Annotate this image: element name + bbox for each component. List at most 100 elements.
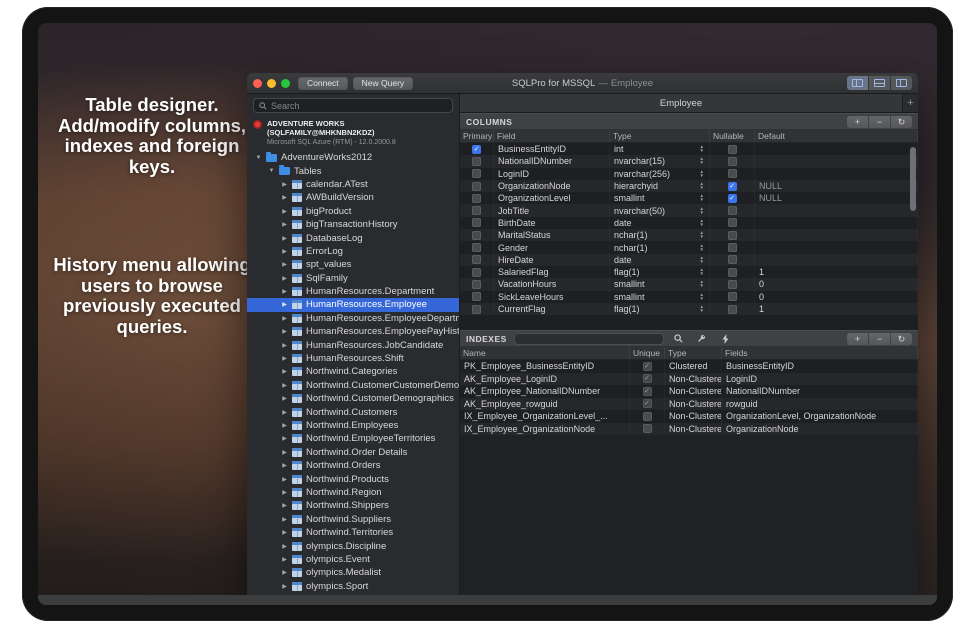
field-cell[interactable]: JobTitle [494,204,610,216]
disclosure-triangle-icon[interactable]: ▶ [281,502,288,509]
index-fields-cell[interactable]: NationalIDNumber [722,385,918,398]
disclosure-triangle-icon[interactable]: ▶ [281,516,288,523]
view-split-horizontal-button[interactable] [869,76,890,90]
column-row[interactable]: VacationHourssmallint▲▼0 [460,278,918,290]
search-input[interactable] [271,101,447,111]
field-cell[interactable]: NationalIDNumber [494,155,610,167]
sidebar-item-northwind-employeeterritories[interactable]: ▶Northwind.EmployeeTerritories [247,432,459,445]
view-single-pane-button[interactable] [847,76,868,90]
nullable-checkbox[interactable] [728,255,737,264]
default-cell[interactable] [755,143,918,155]
unique-checkbox[interactable] [643,374,652,383]
index-row[interactable]: PK_Employee_BusinessEntityIDClusteredBus… [460,360,918,373]
disclosure-triangle-icon[interactable]: ▶ [281,435,288,442]
default-cell[interactable] [755,241,918,253]
disclosure-triangle-icon[interactable]: ▶ [281,342,288,349]
sidebar-item-calendar-atest[interactable]: ▶calendar.ATest [247,178,459,191]
nullable-checkbox[interactable] [728,194,737,203]
sidebar-item-northwind-shippers[interactable]: ▶Northwind.Shippers [247,499,459,512]
sidebar-item-olympics-discipline[interactable]: ▶olympics.Discipline [247,539,459,552]
type-stepper[interactable]: ▲▼ [700,305,704,313]
disclosure-triangle-icon[interactable]: ▶ [281,275,288,282]
remove-index-button[interactable]: − [869,333,890,345]
sidebar-item-tables[interactable]: ▼Tables [247,164,459,177]
primary-checkbox[interactable] [472,169,481,178]
sidebar-search-field[interactable] [253,98,453,113]
sidebar-item-humanresources-jobcandidate[interactable]: ▶HumanResources.JobCandidate [247,338,459,351]
type-stepper[interactable]: ▲▼ [700,182,704,190]
field-cell[interactable]: CurrentFlag [494,303,610,315]
sidebar-item-databaselog[interactable]: ▶DatabaseLog [247,231,459,244]
primary-checkbox[interactable] [472,218,481,227]
nullable-checkbox[interactable] [728,305,737,314]
sidebar-item-spt-values[interactable]: ▶spt_values [247,258,459,271]
default-cell[interactable]: 0 [755,291,918,303]
field-cell[interactable]: SalariedFlag [494,266,610,278]
type-stepper[interactable]: ▲▼ [700,256,704,264]
index-type-cell[interactable]: Non-Clustered [665,423,722,436]
disclosure-triangle-icon[interactable]: ▶ [281,449,288,456]
index-type-cell[interactable]: Non-Clustered [665,373,722,386]
type-cell[interactable]: nchar(1)▲▼ [610,229,710,241]
field-cell[interactable]: BirthDate [494,217,610,229]
primary-checkbox[interactable] [472,182,481,191]
sidebar-item-olympics-event[interactable]: ▶olympics.Event [247,553,459,566]
nullable-checkbox[interactable] [728,157,737,166]
connect-button[interactable]: Connect [298,77,348,90]
primary-checkbox[interactable] [472,157,481,166]
unique-checkbox[interactable] [643,424,652,433]
column-header-field[interactable]: Field [494,130,610,142]
default-cell[interactable]: NULL [755,192,918,204]
sidebar-item-northwind-region[interactable]: ▶Northwind.Region [247,486,459,499]
nullable-checkbox[interactable] [728,169,737,178]
primary-checkbox[interactable] [472,145,481,154]
nullable-checkbox[interactable] [728,243,737,252]
index-name-cell[interactable]: AK_Employee_rowguid [460,398,630,411]
sidebar-item-awbuildversion[interactable]: ▶AWBuildVersion [247,191,459,204]
primary-checkbox[interactable] [472,194,481,203]
disclosure-triangle-icon[interactable]: ▶ [281,368,288,375]
index-name-cell[interactable]: IX_Employee_OrganizationLevel_... [460,410,630,423]
index-search-button[interactable] [671,332,687,345]
type-cell[interactable]: flag(1)▲▼ [610,266,710,278]
disclosure-triangle-icon[interactable]: ▶ [281,543,288,550]
index-header-name[interactable]: Name [460,347,630,359]
columns-scrollbar[interactable] [910,147,916,211]
sidebar-item-northwind-categories[interactable]: ▶Northwind.Categories [247,365,459,378]
sidebar-item-adventureworks2012[interactable]: ▼AdventureWorks2012 [247,151,459,164]
sidebar-item-northwind-territories[interactable]: ▶Northwind.Territories [247,526,459,539]
nullable-checkbox[interactable] [728,292,737,301]
disclosure-triangle-icon[interactable]: ▶ [281,476,288,483]
disclosure-triangle-icon[interactable]: ▶ [281,194,288,201]
column-row[interactable]: BusinessEntityIDint▲▼ [460,143,918,155]
index-fields-cell[interactable]: OrganizationLevel, OrganizationNode [722,410,918,423]
default-cell[interactable]: 0 [755,278,918,290]
column-row[interactable]: OrganizationNodehierarchyid▲▼NULL [460,180,918,192]
index-actions-button[interactable] [717,332,733,345]
index-fields-cell[interactable]: OrganizationNode [722,423,918,436]
remove-column-button[interactable]: − [869,116,890,128]
type-stepper[interactable]: ▲▼ [700,280,704,288]
type-cell[interactable]: flag(1)▲▼ [610,303,710,315]
column-header-nullable[interactable]: Nullable [710,130,755,142]
disclosure-triangle-icon[interactable]: ▶ [281,529,288,536]
sidebar-item-errorlog[interactable]: ▶ErrorLog [247,245,459,258]
type-cell[interactable]: nvarchar(50)▲▼ [610,204,710,216]
sidebar-item-humanresources-department[interactable]: ▶HumanResources.Department [247,285,459,298]
type-stepper[interactable]: ▲▼ [700,145,704,153]
disclosure-triangle-icon[interactable]: ▶ [281,328,288,335]
default-cell[interactable] [755,168,918,180]
unique-checkbox[interactable] [643,387,652,396]
sidebar-item-humanresources-employeedepartment[interactable]: ▶HumanResources.EmployeeDepartment [247,312,459,325]
type-cell[interactable]: nvarchar(256)▲▼ [610,168,710,180]
primary-checkbox[interactable] [472,268,481,277]
refresh-indexes-button[interactable]: ↻ [891,333,912,345]
index-header-fields[interactable]: Fields [722,347,918,359]
default-cell[interactable] [755,155,918,167]
add-tab-button[interactable]: + [903,94,918,112]
column-header-primary[interactable]: Primary [460,130,494,142]
disclosure-triangle-icon[interactable]: ▶ [281,221,288,228]
minimize-button[interactable] [267,79,276,88]
close-button[interactable] [253,79,262,88]
field-cell[interactable]: SickLeaveHours [494,291,610,303]
